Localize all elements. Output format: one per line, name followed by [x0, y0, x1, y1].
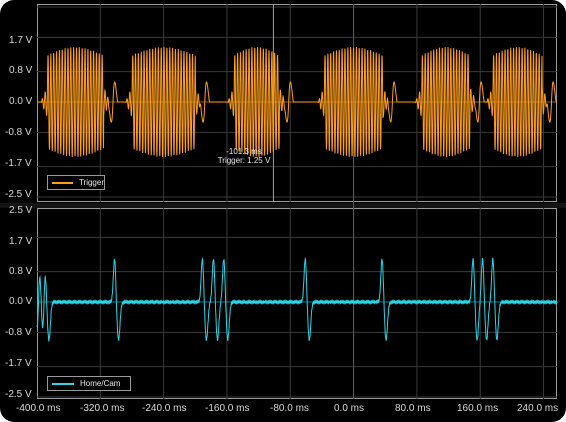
cursor-trigger-value: Trigger: 1.25 V: [217, 156, 271, 165]
trigger-legend-swatch: [52, 181, 73, 184]
x-tick: -80.0 ms: [270, 403, 309, 414]
x-tick: 160.0 ms: [457, 403, 499, 414]
x-tick: -320.0 ms: [80, 403, 125, 414]
bottom-y-tick: -2.5 V: [5, 389, 32, 400]
bottom-y-tick: -1.7 V: [5, 358, 32, 369]
x-tick: 0.0 ms: [334, 403, 365, 414]
trigger-legend[interactable]: Trigger: [47, 175, 105, 190]
cursor-time: -101.3 ms: [226, 147, 262, 156]
top-y-tick: 0.0 V: [9, 96, 33, 107]
home-cam-legend[interactable]: Home/Cam: [47, 376, 131, 391]
top-y-tick: 1.7 V: [9, 35, 33, 46]
x-tick: -400.0 ms: [16, 403, 61, 414]
top-y-tick: -0.8 V: [5, 127, 32, 138]
trigger-legend-label: Trigger: [78, 178, 104, 187]
x-tick: 240.0 ms: [517, 403, 559, 414]
bottom-y-tick: 2.5 V: [9, 205, 33, 216]
bottom-y-tick: 1.7 V: [9, 236, 33, 247]
bottom-y-tick: 0.8 V: [9, 266, 33, 277]
top-y-tick: -2.5 V: [5, 189, 32, 200]
home-cam-trace: [36, 256, 558, 343]
bottom-y-tick: -0.8 V: [5, 327, 32, 338]
x-tick: -160.0 ms: [205, 403, 250, 414]
home-cam-legend-label: Home/Cam: [80, 379, 121, 388]
waveform-plot: [36, 4, 558, 399]
top-y-tick: 0.8 V: [9, 65, 33, 76]
x-tick: -240.0 ms: [142, 403, 187, 414]
bottom-y-tick: 0.0 V: [9, 296, 33, 307]
home-cam-legend-swatch: [52, 382, 74, 385]
x-tick: 80.0 ms: [395, 403, 431, 414]
top-y-tick: -1.7 V: [5, 158, 32, 169]
cursor-readout: -101.3 ms Trigger: 1.25 V: [216, 147, 272, 165]
oscilloscope-view: 1.7 V 0.8 V 0.0 V -0.8 V -1.7 V -2.5 V 2…: [0, 0, 566, 422]
